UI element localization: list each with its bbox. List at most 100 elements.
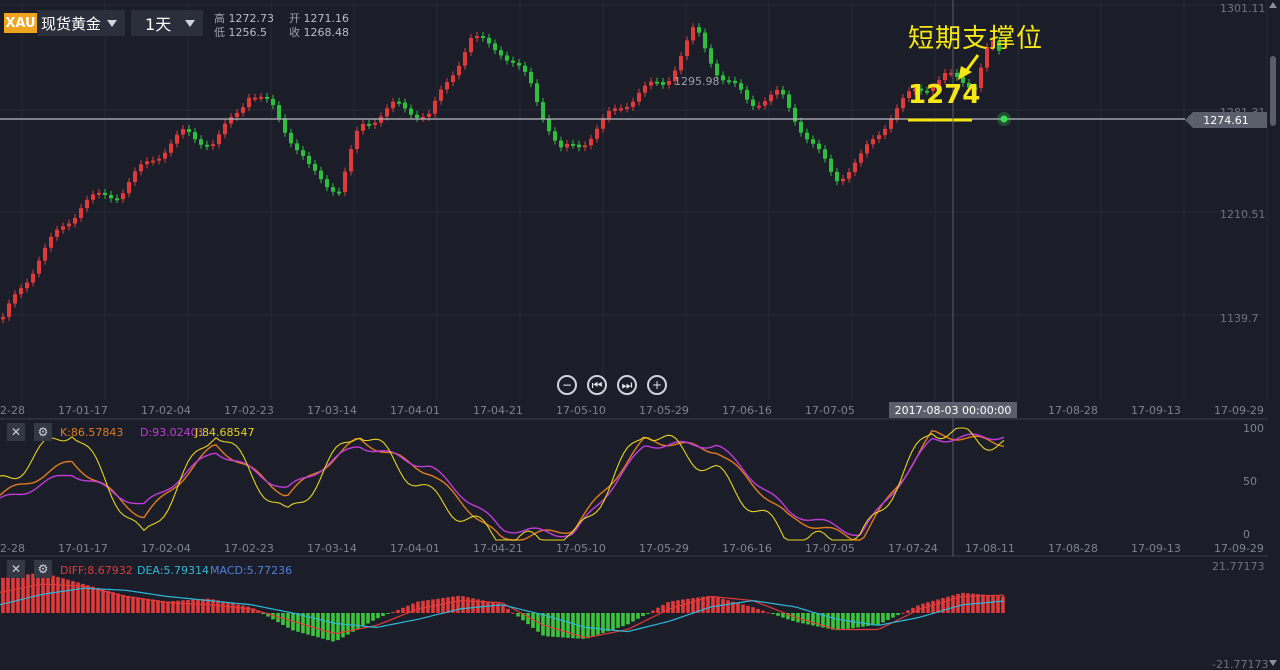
macd-bar	[416, 601, 420, 613]
macd-bar	[111, 592, 115, 613]
kdj-settings-button[interactable]: ⚙	[34, 423, 52, 441]
macd-bar	[361, 613, 365, 627]
period-label: 1天	[145, 15, 172, 34]
candle-body	[823, 149, 827, 159]
kdj-x-axis-label: 17-02-23	[224, 542, 274, 555]
macd-bar	[606, 613, 610, 632]
candle-body	[259, 96, 263, 99]
macd-bar	[371, 613, 375, 621]
macd-bar	[341, 613, 345, 638]
macd-bar	[376, 613, 380, 619]
close-icon: ✕	[10, 425, 22, 439]
candle-body	[871, 139, 875, 145]
candle-body	[349, 149, 353, 172]
macd-bar	[471, 598, 475, 613]
macd-bar	[691, 598, 695, 613]
candle-body	[13, 294, 17, 304]
price-x-axis-label: 17-04-01	[390, 404, 440, 417]
candle-body	[223, 123, 227, 135]
price-x-axis-label: 17-08-28	[1048, 404, 1098, 417]
kdj-line-j	[0, 427, 1005, 541]
candle-body	[541, 102, 545, 119]
macd-bar	[1001, 596, 1005, 613]
candle-body	[799, 121, 803, 133]
candle-body	[697, 27, 701, 33]
candle-body	[43, 247, 47, 261]
candle-body	[97, 192, 101, 195]
price-x-axis-label: 2-28	[0, 404, 25, 417]
macd-bar	[806, 613, 810, 625]
scrollbar-thumb[interactable]	[1270, 56, 1276, 126]
price-x-axis-label: 17-05-29	[639, 404, 689, 417]
ohlc-high-low: 高 1272.73 低 1256.5	[214, 12, 274, 40]
macd-bar	[706, 596, 710, 613]
symbol-select[interactable]: 现货黄金	[37, 10, 126, 36]
macd-bar	[446, 597, 450, 613]
macd-bar	[21, 575, 25, 613]
candle-body	[31, 273, 35, 283]
high-value: 1272.73	[228, 12, 275, 25]
macd-bar	[656, 607, 660, 613]
price-x-axis-label: 17-05-10	[556, 404, 606, 417]
candle-body	[301, 150, 305, 156]
candle-body	[139, 164, 143, 172]
macd-bar	[386, 613, 390, 615]
macd-bar	[841, 613, 845, 630]
close-macd-button[interactable]: ✕	[7, 560, 25, 578]
macd-bar	[1, 577, 5, 613]
macd-bar	[236, 604, 240, 613]
candle-body	[205, 144, 209, 147]
macd-bar	[876, 613, 880, 625]
arrow-down-icon[interactable]	[1269, 660, 1277, 666]
previous-button[interactable]: ⏮	[587, 375, 607, 395]
macd-bar	[646, 613, 650, 614]
candle-body	[217, 134, 221, 145]
arrow-up-icon[interactable]	[1269, 2, 1277, 8]
vertical-scrollbar[interactable]	[1268, 30, 1278, 660]
macd-bar	[781, 613, 785, 618]
candle-body	[583, 145, 587, 148]
candle-body	[445, 82, 449, 90]
candle-body	[763, 101, 767, 106]
candle-body	[55, 229, 59, 237]
toolbar: XAU 现货黄金 1天	[0, 9, 204, 37]
zoom-in-button[interactable]: +	[647, 375, 667, 395]
macd-bar	[686, 598, 690, 613]
next-button[interactable]: ⏭	[617, 375, 637, 395]
chevron-down-icon	[107, 19, 118, 27]
candle-body	[721, 75, 725, 81]
candle-body	[655, 81, 659, 84]
kdj-y-axis-label: 0	[1243, 528, 1250, 541]
candle-body	[571, 143, 575, 146]
candle-body	[199, 139, 203, 145]
current-price-dot	[1000, 115, 1008, 123]
candle-body	[367, 123, 371, 126]
macd-bar	[891, 613, 895, 618]
close-kdj-button[interactable]: ✕	[7, 423, 25, 441]
macd-bar	[516, 613, 520, 617]
macd-bar	[636, 613, 640, 619]
gear-icon: ⚙	[37, 562, 49, 576]
macd-bar	[141, 598, 145, 613]
macd-bar	[566, 613, 570, 638]
macd-bar	[811, 613, 815, 626]
period-select[interactable]: 1天	[131, 10, 204, 36]
macd-bar	[26, 574, 30, 613]
crosshair-date-tag: 2017-08-03 00:00:00	[889, 402, 1017, 418]
candle-body	[595, 128, 599, 139]
candle-body	[169, 143, 173, 153]
candle-body	[151, 160, 155, 163]
candle-body	[247, 97, 251, 108]
candle-body	[331, 187, 335, 192]
candle-body	[619, 108, 623, 111]
candle-body	[115, 198, 119, 201]
candle-body	[7, 303, 11, 317]
macd-bar	[946, 596, 950, 613]
zoom-out-button[interactable]: −	[557, 375, 577, 395]
macd-settings-button[interactable]: ⚙	[34, 560, 52, 578]
kdj-x-axis-label: 2-28	[0, 542, 25, 555]
macd-y-axis-label-bottom: -21.77173	[1212, 658, 1268, 670]
macd-bar	[311, 613, 315, 636]
candle-body	[415, 114, 419, 118]
candle-body	[409, 108, 413, 115]
